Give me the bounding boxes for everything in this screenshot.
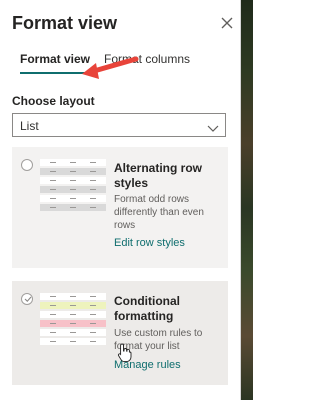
alternating-rows-thumbnail: [40, 159, 106, 213]
edit-row-styles-link[interactable]: Edit row styles: [114, 237, 185, 249]
option-card-alternating-rows[interactable]: Alternating row styles Format odd rows d…: [12, 147, 228, 268]
conditional-formatting-thumbnail: [40, 293, 106, 347]
checkmark-icon: [24, 296, 32, 302]
hand-cursor-icon: [117, 343, 133, 363]
option-radio-conditional-formatting[interactable]: [21, 293, 33, 305]
format-view-panel: Format view Format view Format columns C…: [0, 0, 241, 400]
panel-title: Format view: [12, 13, 118, 33]
option-title-conditional-formatting: Conditional formatting: [114, 294, 180, 323]
close-icon[interactable]: [218, 14, 236, 32]
layout-dropdown[interactable]: List: [12, 113, 226, 137]
red-arrow-annotation: [80, 55, 140, 89]
background-page-strip: [241, 0, 253, 400]
option-title-alternating-rows: Alternating row styles: [114, 161, 203, 190]
chevron-down-icon: [207, 120, 219, 132]
option-card-conditional-formatting[interactable]: Conditional formatting Use custom rules …: [12, 281, 228, 385]
choose-layout-label: Choose layout: [12, 94, 95, 108]
option-radio-alternating-rows[interactable]: [21, 159, 33, 171]
option-description-alternating-rows: Format odd rows differently than even ro…: [114, 194, 204, 231]
layout-selected-value: List: [20, 119, 39, 133]
